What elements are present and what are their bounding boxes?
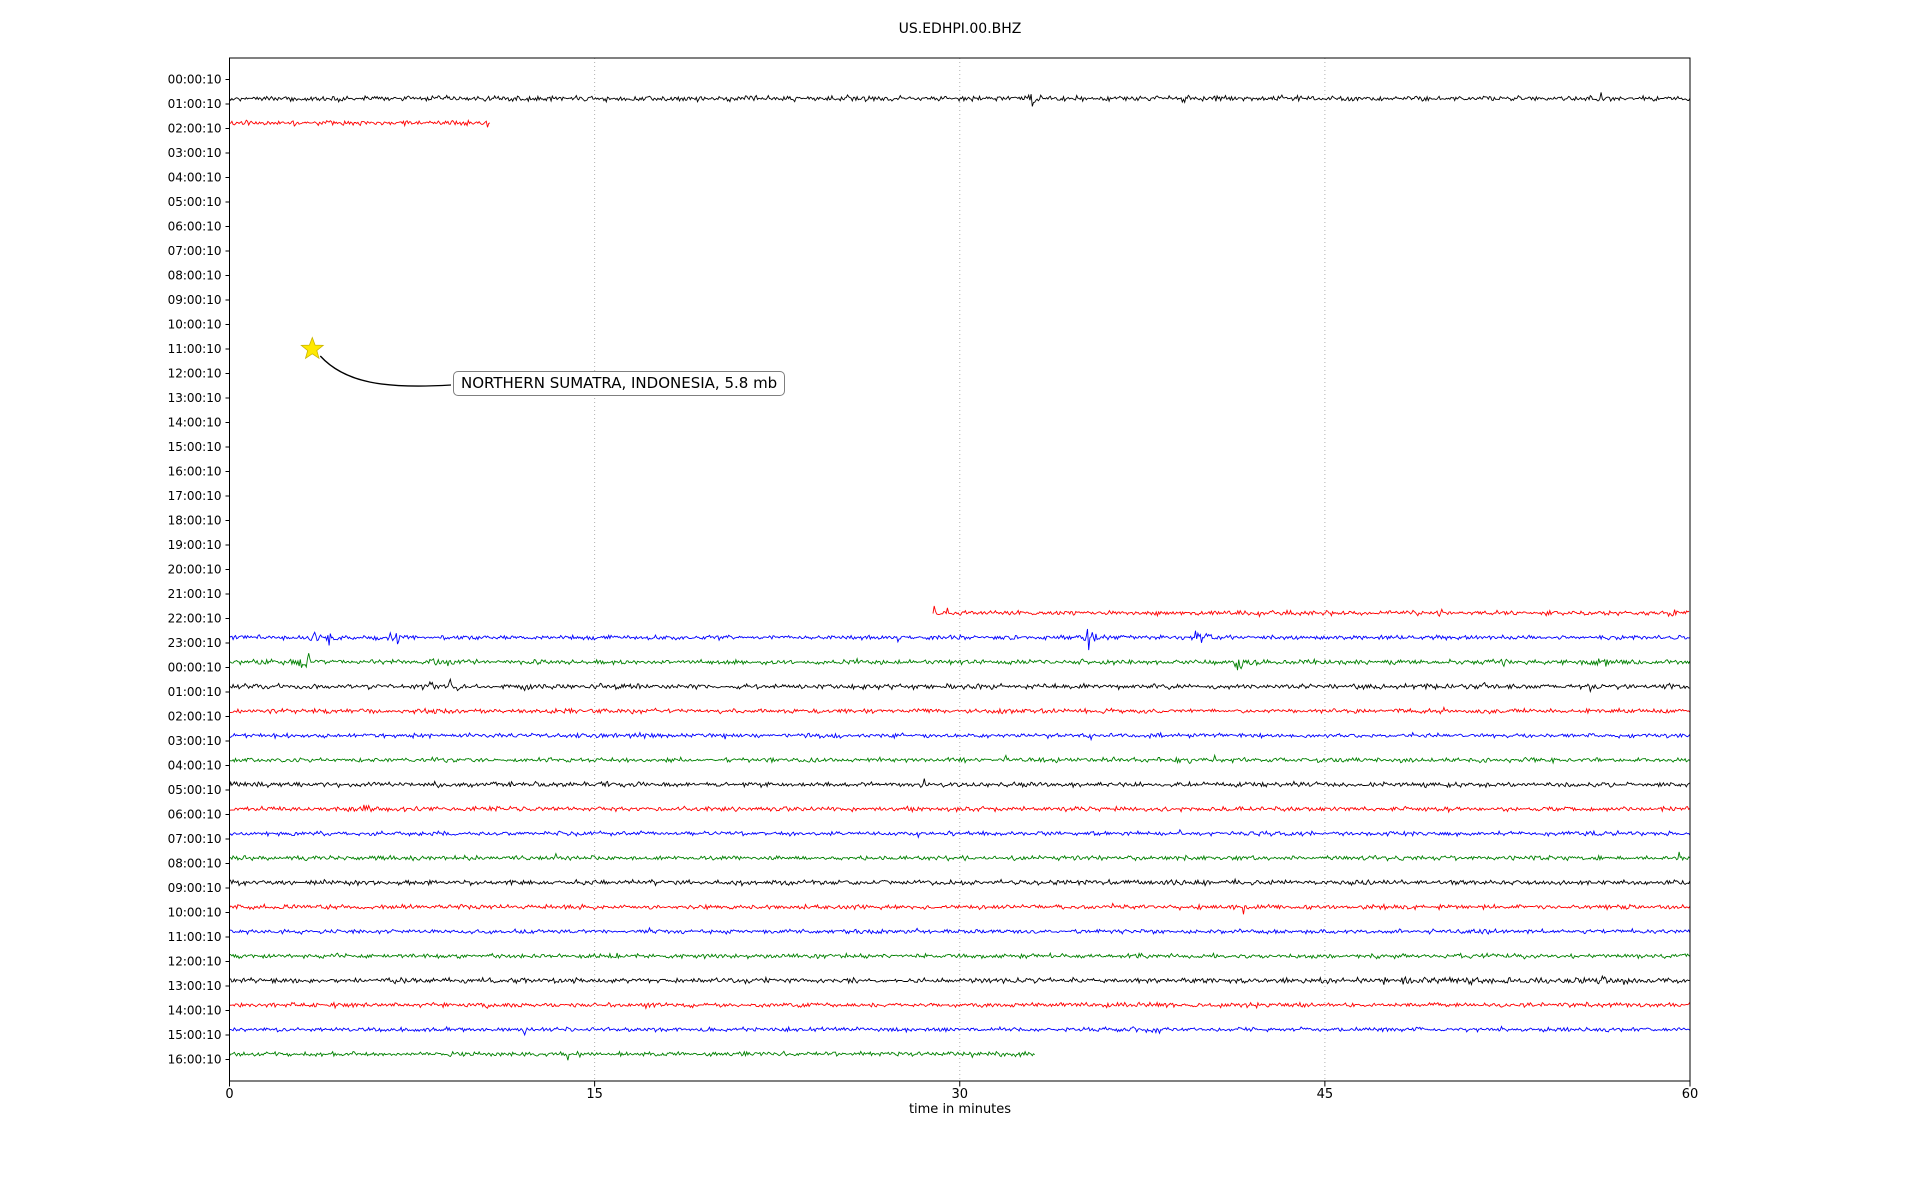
y-tick-label-11: 11:00:10 bbox=[168, 342, 222, 356]
trace-row-32-08:00:10 bbox=[229, 851, 1691, 862]
dayplot-figure: US.EDHPI.00.BHZ 00:00:10 01:00:10 02:00:10… bbox=[0, 0, 1920, 1200]
x-tick-label-0: 0 bbox=[225, 1087, 233, 1102]
y-tick-label-31: 07:00:10 bbox=[168, 832, 222, 846]
trace-row-33-09:00:10 bbox=[229, 877, 1691, 887]
y-tick-label-7: 07:00:10 bbox=[168, 244, 222, 258]
trace-row-2-02:00:10 bbox=[229, 119, 491, 128]
seismogram-plot: 00:00:10 01:00:10 02:00:10 03:00:10 04:00:10… bbox=[168, 57, 1699, 1102]
trace-row-37-13:00:10 bbox=[229, 974, 1690, 987]
y-tick-label-4: 04:00:10 bbox=[168, 171, 222, 185]
trace-row-34-10:00:10 bbox=[229, 902, 1691, 915]
y-tick-label-37: 13:00:10 bbox=[168, 979, 222, 993]
y-tick-label-21: 21:00:10 bbox=[168, 587, 222, 601]
y-tick-label-2: 02:00:10 bbox=[168, 122, 222, 136]
x-tick-label-45: 45 bbox=[1317, 1087, 1334, 1102]
trace-row-35-11:00:10 bbox=[229, 926, 1691, 936]
trace-row-24-00:00:10 bbox=[229, 653, 1691, 671]
y-tick-label-8: 08:00:10 bbox=[168, 269, 222, 283]
y-tick-label-14: 14:00:10 bbox=[168, 416, 222, 430]
y-tick-label-23: 23:00:10 bbox=[168, 636, 222, 650]
y-tick-label-29: 05:00:10 bbox=[168, 783, 222, 797]
y-tick-label-16: 16:00:10 bbox=[168, 465, 222, 479]
y-tick-label-32: 08:00:10 bbox=[168, 857, 222, 871]
y-tick-label-22: 22:00:10 bbox=[168, 612, 222, 626]
x-tick-label-30: 30 bbox=[951, 1087, 968, 1102]
y-tick-label-40: 16:00:10 bbox=[168, 1053, 222, 1067]
y-tick-label-25: 01:00:10 bbox=[168, 685, 222, 699]
y-tick-label-6: 06:00:10 bbox=[168, 220, 222, 234]
trace-row-40-16:00:10 bbox=[229, 1050, 1035, 1061]
y-tick-label-19: 19:00:10 bbox=[168, 538, 222, 552]
y-tick-label-36: 12:00:10 bbox=[168, 955, 222, 969]
trace-row-29-05:00:10 bbox=[229, 778, 1691, 789]
y-tick-label-38: 14:00:10 bbox=[168, 1004, 222, 1018]
x-tick-label-60: 60 bbox=[1682, 1087, 1699, 1102]
y-tick-label-28: 04:00:10 bbox=[168, 759, 222, 773]
y-tick-label-18: 18:00:10 bbox=[168, 514, 222, 528]
event-annotation: NORTHERN SUMATRA, INDONESIA, 5.8 mb bbox=[453, 371, 786, 396]
y-tick-label-26: 02:00:10 bbox=[168, 710, 222, 724]
y-tick-label-17: 17:00:10 bbox=[168, 489, 222, 503]
y-tick-label-13: 13:00:10 bbox=[168, 391, 222, 405]
y-tick-label-27: 03:00:10 bbox=[168, 734, 222, 748]
y-tick-label-0: 00:00:10 bbox=[168, 73, 222, 87]
trace-row-22-22:00:10 bbox=[932, 605, 1690, 618]
event-star-icon bbox=[300, 336, 325, 360]
y-tick-label-15: 15:00:10 bbox=[168, 440, 222, 454]
y-tick-label-35: 11:00:10 bbox=[168, 930, 222, 944]
trace-row-25-01:00:10 bbox=[229, 677, 1690, 694]
y-tick-label-12: 12:00:10 bbox=[168, 367, 222, 381]
trace-row-38-14:00:10 bbox=[229, 1001, 1691, 1010]
y-tick-label-9: 09:00:10 bbox=[168, 293, 222, 307]
y-tick-label-39: 15:00:10 bbox=[168, 1028, 222, 1042]
y-tick-label-33: 09:00:10 bbox=[168, 881, 222, 895]
y-tick-label-24: 00:00:10 bbox=[168, 661, 222, 675]
y-tick-label-30: 06:00:10 bbox=[168, 808, 222, 822]
y-tick-label-1: 01:00:10 bbox=[168, 97, 222, 111]
y-tick-label-34: 10:00:10 bbox=[168, 906, 222, 920]
plot-border bbox=[229, 57, 1691, 1082]
annotation-leader-line bbox=[319, 355, 452, 387]
x-axis-label: time in minutes bbox=[908, 1102, 1012, 1117]
y-tick-label-5: 05:00:10 bbox=[168, 195, 222, 209]
y-tick-label-3: 03:00:10 bbox=[168, 146, 222, 160]
y-tick-label-20: 20:00:10 bbox=[168, 563, 222, 577]
y-tick-label-10: 10:00:10 bbox=[168, 318, 222, 332]
x-tick-label-15: 15 bbox=[586, 1087, 603, 1102]
